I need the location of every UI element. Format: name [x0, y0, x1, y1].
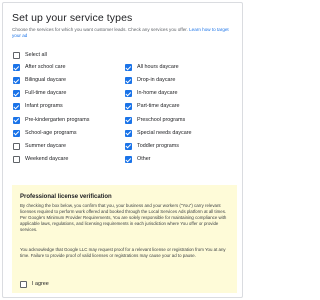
license-terms-text: By checking the box below, you confirm t…	[20, 203, 227, 232]
service-checkbox-preschool-programs[interactable]	[125, 116, 132, 124]
agree-label: I agree	[32, 281, 49, 287]
service-label-toddler-programs: Toddler programs	[137, 142, 179, 149]
service-label-pre-kindergarten-programs: Pre-kindergarten programs	[25, 116, 90, 123]
agree-checkbox[interactable]	[20, 281, 27, 288]
service-checkbox-pre-kindergarten-programs[interactable]	[13, 116, 20, 124]
service-checkbox-drop-in-daycare[interactable]	[125, 77, 132, 85]
service-label-drop-in-daycare: Drop-in daycare	[137, 77, 176, 84]
service-checkbox-after-school-care[interactable]	[13, 64, 20, 71]
license-title: Professional license verification	[20, 194, 112, 200]
service-checkbox-bilingual-daycare[interactable]	[13, 77, 20, 85]
service-checkbox-special-needs-daycare[interactable]	[125, 129, 132, 137]
service-label-after-school-care: After school care	[25, 64, 66, 70]
select-all-checkbox[interactable]	[13, 52, 20, 59]
service-checkbox-all-hours-daycare[interactable]	[125, 64, 132, 71]
service-label-part-time-daycare: Part-time daycare	[137, 103, 180, 110]
service-label-weekend-daycare: Weekend daycare	[25, 156, 69, 163]
service-label-bilingual-daycare: Bilingual daycare	[25, 77, 67, 84]
service-label-in-home-daycare: In-home daycare	[137, 90, 178, 97]
page-title: Set up your service types	[12, 12, 133, 24]
service-checkbox-weekend-daycare[interactable]	[13, 156, 20, 164]
service-label-full-time-daycare: Full-time daycare	[25, 90, 67, 97]
service-label-special-needs-daycare: Special needs daycare	[137, 129, 192, 136]
service-label-summer-daycare: Summer daycare	[25, 142, 67, 149]
service-checkbox-school-age-programs[interactable]	[13, 129, 20, 137]
service-types-panel: Set up your service types Choose the ser…	[2, 2, 243, 298]
service-label-school-age-programs: School-age programs	[25, 129, 77, 136]
select-all-label: Select all	[25, 52, 47, 58]
service-label-all-hours-daycare: All hours daycare	[137, 64, 179, 70]
service-checkbox-toddler-programs[interactable]	[125, 142, 132, 150]
service-label-preschool-programs: Preschool programs	[137, 116, 186, 123]
service-checkbox-full-time-daycare[interactable]	[13, 90, 20, 98]
page-description: Choose the services for which you want c…	[12, 27, 229, 39]
service-checkbox-infant-programs[interactable]	[13, 103, 20, 111]
service-checkbox-in-home-daycare[interactable]	[125, 90, 132, 98]
license-verification-box: Professional license verification By che…	[12, 185, 237, 293]
service-label-infant-programs: Infant programs	[25, 103, 63, 110]
service-checkbox-part-time-daycare[interactable]	[125, 103, 132, 111]
service-checkbox-summer-daycare[interactable]	[13, 142, 20, 150]
service-checkbox-other[interactable]	[125, 156, 132, 164]
service-label-other: Other	[137, 156, 151, 163]
license-acknowledgement-text: You acknowledge that Google LLC may requ…	[20, 247, 226, 258]
